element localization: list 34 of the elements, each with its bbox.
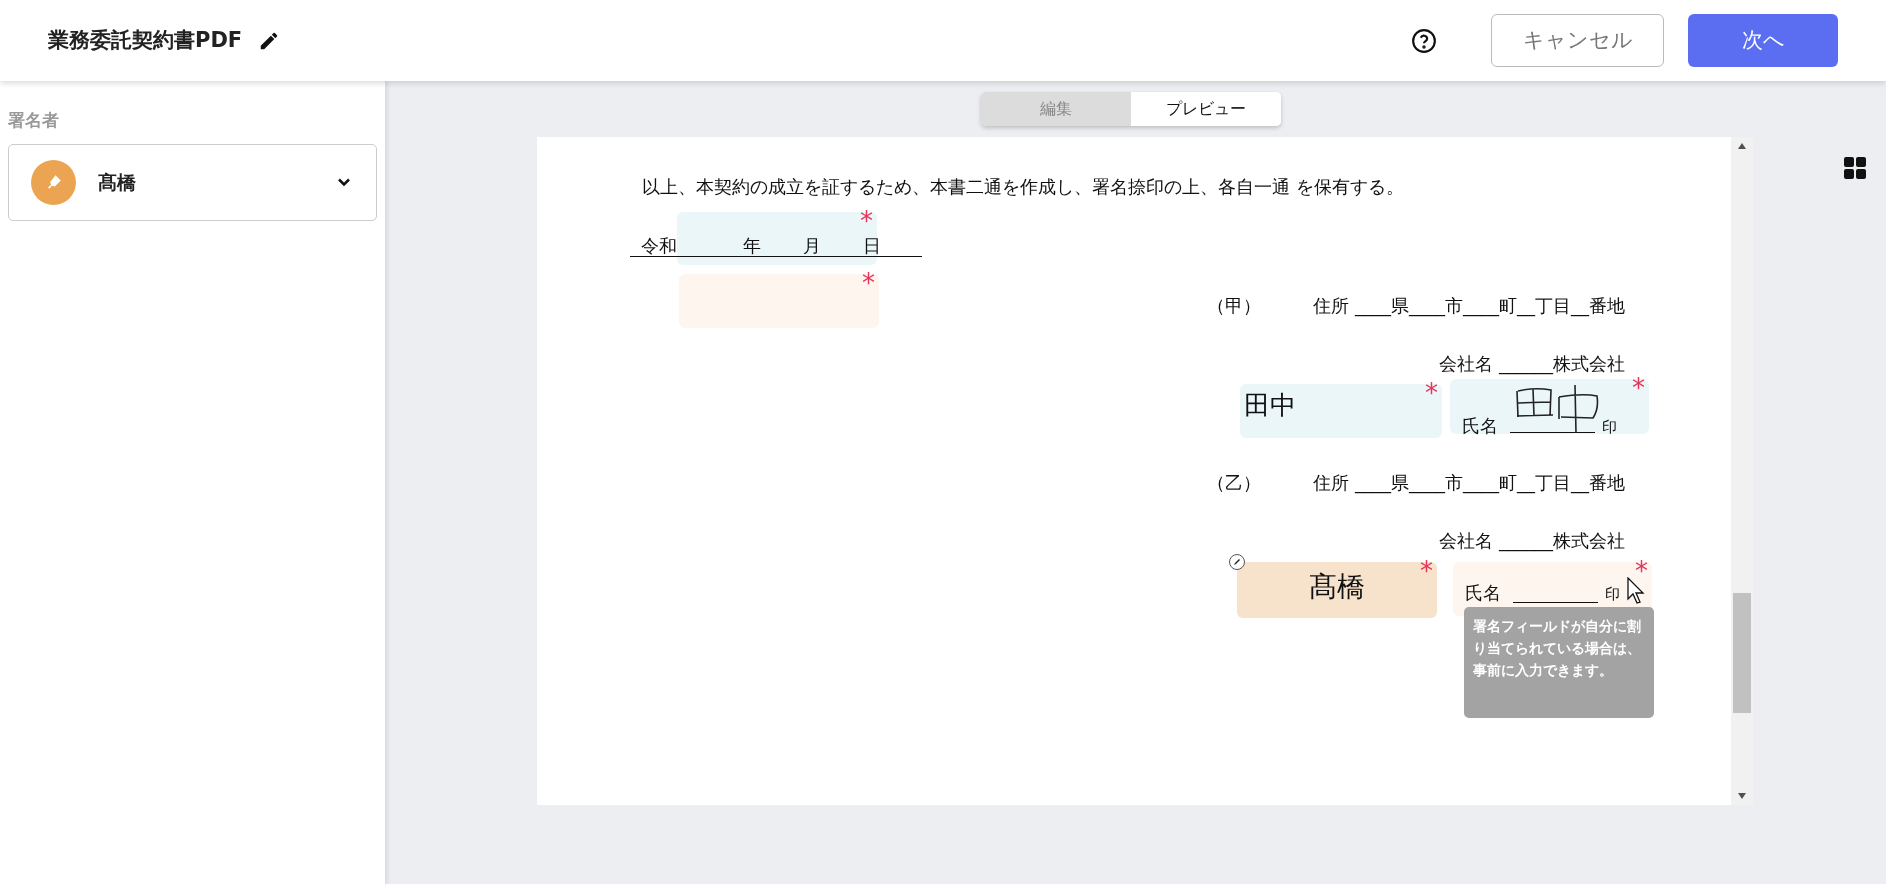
page-text: 令和 — [641, 234, 677, 258]
cursor-icon — [1627, 577, 1647, 605]
page-text: 住所 ____県____市____町__丁目__番地 — [1313, 471, 1625, 496]
cancel-button[interactable]: キャンセル — [1491, 14, 1664, 67]
page-text: 会社名 ______株式会社 — [1439, 352, 1625, 377]
sidebar-heading: 署名者 — [8, 109, 60, 132]
input-field[interactable]: * — [679, 274, 879, 328]
signer-name: 髙橋 — [98, 169, 136, 195]
page-text: 年 — [743, 234, 761, 258]
field-value: 田中 — [1244, 389, 1296, 422]
page-text: 住所 ____県____市____町__丁目__番地 — [1313, 294, 1625, 319]
page-text: 月 — [803, 234, 821, 258]
view-tab[interactable]: プレビュー — [1131, 92, 1281, 126]
page-text: （甲） — [1207, 294, 1261, 318]
scroll-up-icon[interactable] — [1737, 142, 1747, 150]
next-button[interactable]: 次へ — [1688, 14, 1838, 67]
scrollbar-thumb[interactable] — [1733, 593, 1751, 713]
page-text: （乙） — [1207, 471, 1261, 495]
help-icon[interactable] — [1411, 27, 1437, 54]
document-title: 業務委託契約書PDF — [48, 26, 243, 54]
field-value: 髙橋 — [1309, 569, 1365, 605]
signature-field[interactable]: 氏名 印 * — [1450, 379, 1649, 434]
page-text: 印 — [1605, 584, 1620, 605]
input-field[interactable]: 髙橋 * — [1237, 562, 1437, 618]
tooltip: 署名フィールドが自分に割り当てられている場合は、事前に入力できます。 — [1464, 607, 1654, 718]
grid-icon[interactable] — [1844, 157, 1866, 179]
scrollbar[interactable] — [1731, 137, 1753, 805]
input-field[interactable]: 田中 * — [1240, 384, 1442, 438]
page-text: 氏名 — [1465, 581, 1501, 605]
signer-dropdown[interactable]: 髙橋 — [8, 143, 377, 221]
page-text: 会社名 ______株式会社 — [1439, 529, 1625, 554]
scroll-down-icon[interactable] — [1737, 792, 1747, 800]
page-text: 以上、本契約の成立を証するため、本書二通を作成し、署名捺印の上、各自一通 を保有する。 — [642, 175, 1404, 199]
edit-icon[interactable] — [1229, 554, 1245, 570]
